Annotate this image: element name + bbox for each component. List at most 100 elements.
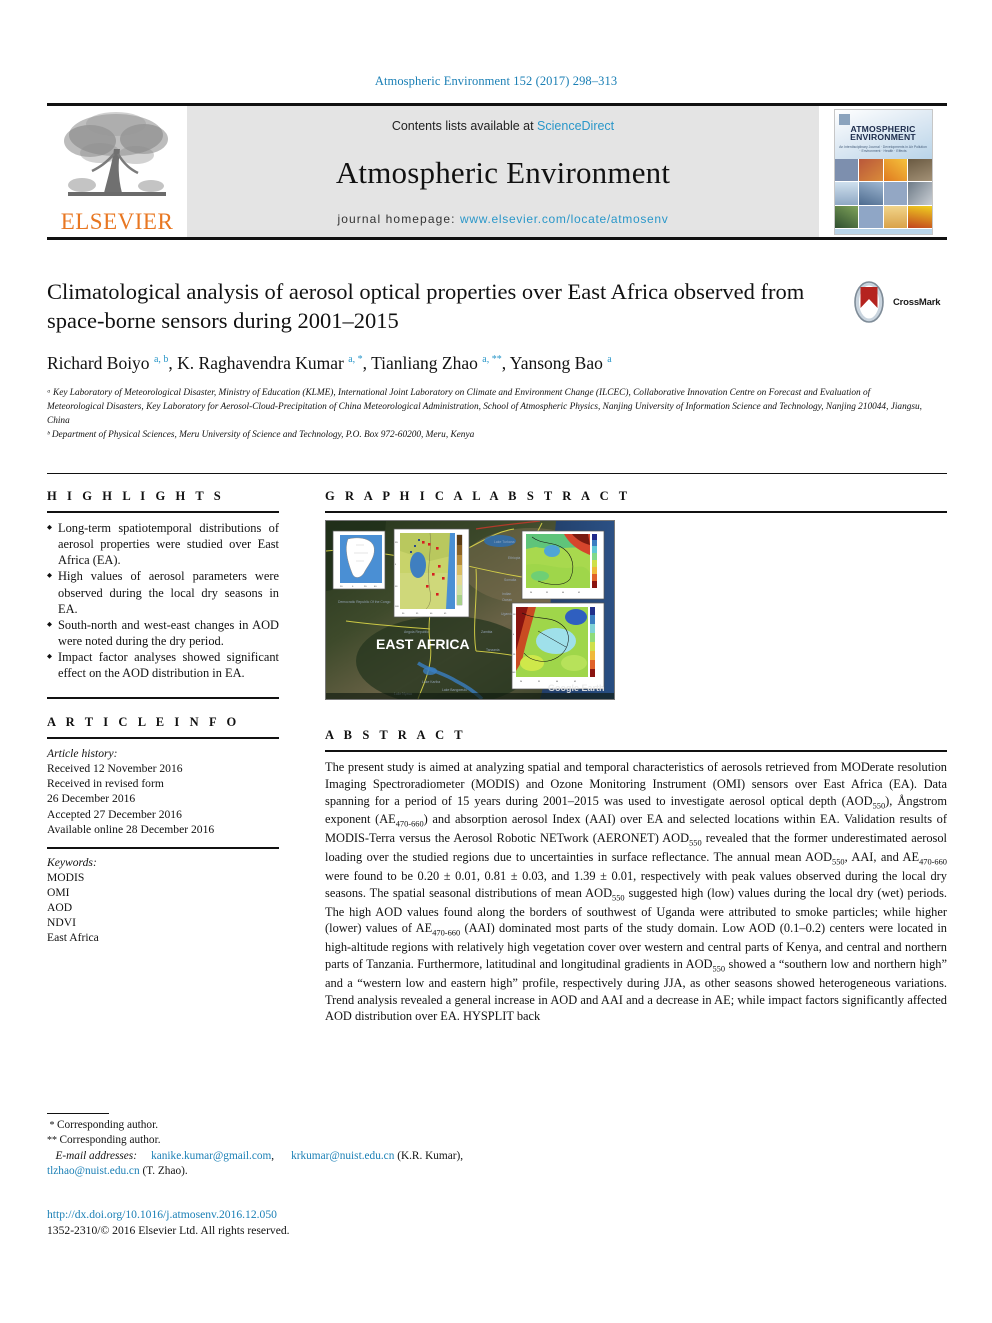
affiliation-b: ᵇ Department of Physical Sciences, Meru … <box>47 430 475 441</box>
contents-list-line: Contents lists available at ScienceDirec… <box>392 119 614 133</box>
double-asterisk-icon: ** <box>47 1135 60 1147</box>
svg-text:Zambia: Zambia <box>481 630 492 634</box>
elsevier-logo: ELSEVIER <box>47 106 187 237</box>
corresponding-author-1: * Corresponding author. <box>47 1119 159 1131</box>
article-history-item: Received in revised form <box>47 777 164 791</box>
running-head: Atmospheric Environment 152 (2017) 298–3… <box>374 74 618 88</box>
cover-elsevier-icon <box>838 113 850 125</box>
svg-text:0: 0 <box>513 634 514 636</box>
journal-article-first-page: Atmospheric Environment 152 (2017) 298–3… <box>0 0 992 1323</box>
abstract-rule <box>325 750 947 752</box>
article-info-heading: A R T I C L E I N F O <box>47 715 240 730</box>
keyword: NDVI <box>47 915 76 929</box>
article-history-item: Available online 28 December 2016 <box>47 822 215 836</box>
footnotes: * Corresponding author. ** Corresponding… <box>47 1113 477 1179</box>
svg-text:Lake Kariba: Lake Kariba <box>422 680 440 684</box>
author-affil-marker: a, b <box>153 354 169 366</box>
inset-africa-locator: 20 0 20 40 <box>332 530 386 590</box>
masthead-center: Contents lists available at ScienceDirec… <box>187 106 819 237</box>
article-info-rule <box>47 737 279 740</box>
cover-subtitle: An Interdisciplinary Journal · Developme… <box>839 144 927 154</box>
abstract-text: The present study is aimed at analyzing … <box>325 760 947 1024</box>
journal-homepage-link[interactable]: www.elsevier.com/locate/atmosenv <box>460 212 668 226</box>
svg-text:45: 45 <box>578 592 580 594</box>
author-list: Richard Boiyo a, b, K. Raghavendra Kumar… <box>47 353 612 373</box>
footnote-rule <box>47 1113 109 1114</box>
graphical-abstract-image: Lake Turkana Ethiopia Somalia Indian Oce… <box>325 520 615 700</box>
map-attribution: Google Earth <box>548 683 605 693</box>
inset-aod-map-bottom: 30 35 40 45 5N05S10S <box>511 602 605 690</box>
copyright-line: 1352-2310/© 2016 Elsevier Ltd. All right… <box>47 1224 290 1238</box>
journal-homepage-line: journal homepage: www.elsevier.com/locat… <box>337 212 668 226</box>
left-column: H I G H L I G H T S Long-term spatiotemp… <box>47 489 279 945</box>
article-history-item: Received 12 November 2016 <box>47 762 183 776</box>
right-column: G R A P H I C A L A B S T R A C T Lake T… <box>325 489 947 1025</box>
list-item: Impact factor analyses showed significan… <box>47 649 279 681</box>
svg-text:Indian: Indian <box>502 592 511 596</box>
email-owner-1: (K.R. Kumar), <box>397 1149 464 1162</box>
asterisk-icon: * <box>47 1120 57 1131</box>
list-item: South-north and west-east changes in AOD… <box>47 617 279 649</box>
email-link-3[interactable]: tlzhao@nuist.edu.cn <box>47 1165 140 1177</box>
abstract-heading: A B S T R A C T <box>325 728 467 742</box>
inset-study-area-map: 30 35 40 45 5N05S10S <box>393 528 470 618</box>
crossmark-icon <box>849 281 889 323</box>
affiliations: ᵃ Key Laboratory of Meteorological Disas… <box>47 386 927 443</box>
svg-text:Angola Republic: Angola Republic <box>404 630 429 634</box>
graphical-abstract-section: G R A P H I C A L A B S T R A C T Lake T… <box>325 489 947 700</box>
crossmark-badge[interactable]: CrossMark <box>849 279 949 325</box>
svg-text:Tanzania: Tanzania <box>486 648 500 652</box>
article-history-label: Article history: <box>47 747 118 761</box>
doi-block: http://dx.doi.org/10.1016/j.atmosenv.201… <box>47 1207 547 1239</box>
journal-cover-thumbnail: ATMOSPHERIC ENVIRONMENT An Interdisciplin… <box>819 106 947 237</box>
keyword: MODIS <box>47 870 85 884</box>
inset-aod-map-top: 30 35 40 45 <box>521 530 605 600</box>
journal-masthead: ELSEVIER Contents lists available at Sci… <box>47 103 947 240</box>
svg-text:Uganda: Uganda <box>501 612 513 616</box>
keyword: AOD <box>47 900 73 914</box>
article-info-section: A R T I C L E I N F O Article history: R… <box>47 697 279 945</box>
email-label: E-mail addresses: <box>55 1149 137 1162</box>
article-title-area: Climatological analysis of aerosol optic… <box>47 277 837 336</box>
article-info-top-rule <box>47 697 279 700</box>
svg-text:Lake Bangweulu: Lake Bangweulu <box>442 688 467 692</box>
email-addresses: E-mail addresses: kanike.kumar@gmail.com… <box>47 1149 464 1178</box>
author-affil-marker: a, * <box>348 354 363 366</box>
doi-link[interactable]: http://dx.doi.org/10.1016/j.atmosenv.201… <box>47 1207 547 1223</box>
crossmark-label: CrossMark <box>893 296 941 308</box>
svg-text:35: 35 <box>546 592 548 594</box>
divider-above-columns <box>47 473 947 474</box>
svg-text:35: 35 <box>538 681 540 683</box>
article-history-item: Accepted 27 December 2016 <box>47 807 182 821</box>
list-item: High values of aerosol parameters were o… <box>47 568 279 616</box>
cover-photo-grid <box>834 158 932 229</box>
keywords-label: Keywords: <box>47 855 97 869</box>
email-owner-3: (T. Zhao). <box>142 1165 188 1178</box>
email-link-1[interactable]: kanike.kumar@gmail.com <box>151 1150 271 1162</box>
sciencedirect-link[interactable]: ScienceDirect <box>537 119 614 133</box>
keyword: East Africa <box>47 930 99 944</box>
svg-text:40: 40 <box>562 592 564 594</box>
svg-text:30: 30 <box>530 592 532 594</box>
highlights-heading: H I G H L I G H T S <box>47 489 225 503</box>
email-link-2[interactable]: krkumar@nuist.edu.cn <box>291 1150 394 1162</box>
map-region-label: EAST AFRICA <box>376 636 470 652</box>
author-affil-marker: a <box>607 354 612 366</box>
svg-text:Ocean: Ocean <box>502 598 512 602</box>
svg-text:Ethiopia: Ethiopia <box>508 556 520 560</box>
list-item: Long-term spatiotemporal distributions o… <box>47 520 279 568</box>
highlights-section: H I G H L I G H T S Long-term spatiotemp… <box>47 489 279 681</box>
author-affil-marker: a, ** <box>482 354 502 366</box>
east-africa-satellite-map: Lake Turkana Ethiopia Somalia Indian Oce… <box>326 521 614 699</box>
highlights-rule <box>47 511 279 513</box>
keyword: OMI <box>47 885 70 899</box>
elsevier-tree-icon <box>64 112 168 196</box>
svg-text:Lake Turkana: Lake Turkana <box>494 540 515 544</box>
article-title: Climatological analysis of aerosol optic… <box>47 279 805 334</box>
svg-text:Somalia: Somalia <box>504 578 516 582</box>
contents-prefix: Contents lists available at <box>391 119 538 133</box>
homepage-prefix: journal homepage: <box>337 212 461 226</box>
cover-title: ATMOSPHERIC ENVIRONMENT <box>850 123 916 143</box>
elsevier-wordmark: ELSEVIER <box>60 209 174 234</box>
affiliation-a: ᵃ Key Laboratory of Meteorological Disas… <box>47 388 922 427</box>
